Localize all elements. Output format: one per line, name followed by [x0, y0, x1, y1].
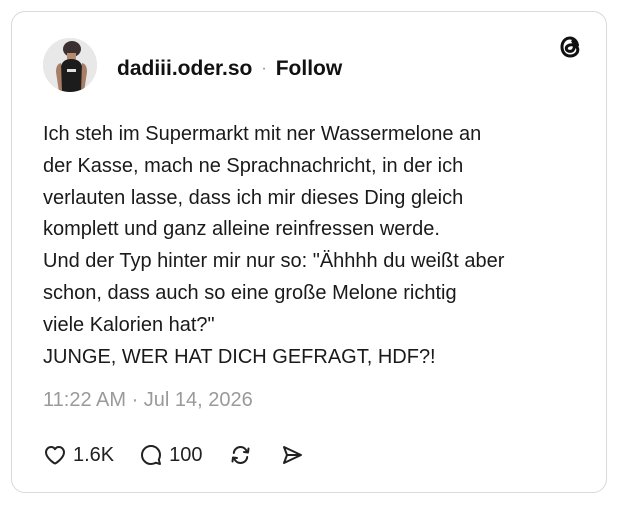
repost-icon — [231, 445, 250, 465]
post-text-line: Und der Typ hinter mir nur so: "Ähhhh du… — [43, 250, 505, 273]
threads-post-card: dadiii.oder.so · Follow Ich steh im Supe… — [11, 11, 607, 493]
comment-icon — [141, 445, 162, 465]
like-button[interactable]: 1.6K — [43, 443, 114, 467]
post-text-line: viele Kalorien hat?" — [43, 313, 215, 336]
follow-button[interactable]: Follow — [276, 57, 343, 81]
post-timestamp[interactable]: 11:22 AM · Jul 14, 2026 — [43, 389, 253, 412]
post-text-line: schon, dass auch so eine große Melone ri… — [43, 281, 457, 304]
post-body: Ich steh im Supermarkt mit ner Wassermel… — [43, 119, 593, 373]
reply-button[interactable]: 100 — [139, 443, 203, 467]
heart-icon — [45, 446, 65, 465]
username-link[interactable]: dadiii.oder.so — [117, 57, 252, 81]
profile-photo — [43, 38, 97, 92]
post-text-line: Ich steh im Supermarkt mit ner Wassermel… — [43, 123, 482, 145]
post-text-line: der Kasse, mach ne Sprachnachricht, in d… — [43, 154, 464, 177]
share-button[interactable] — [280, 443, 304, 467]
repost-button[interactable] — [228, 443, 254, 467]
threads-logo-icon[interactable] — [556, 32, 584, 62]
like-count: 1.6K — [73, 443, 115, 466]
post-text-line: verlauten lasse, dass ich mir dieses Din… — [43, 186, 464, 209]
action-bar: 1.6K 100 — [43, 441, 304, 469]
post-text-line: komplett und ganz alleine reinfressen we… — [43, 218, 440, 241]
post-header: dadiii.oder.so · Follow — [117, 56, 342, 82]
avatar[interactable] — [43, 38, 97, 92]
reply-count: 100 — [169, 443, 203, 466]
post-text-line: JUNGE, WER HAT DICH GEFRAGT, HDF?! — [43, 345, 436, 368]
send-icon — [282, 446, 302, 464]
separator-dot: · — [261, 60, 267, 77]
